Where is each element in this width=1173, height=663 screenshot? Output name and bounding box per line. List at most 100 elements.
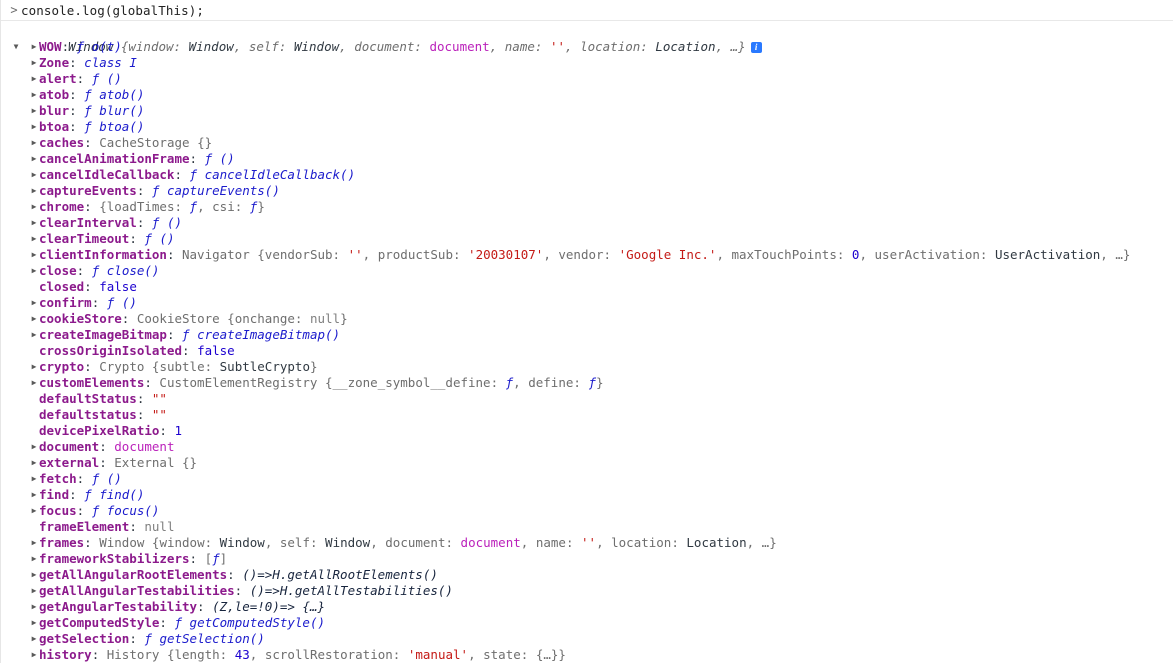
chevron-right-icon[interactable] bbox=[29, 263, 39, 279]
object-property-row[interactable]: getAngularTestability: (Z,le=!0)=> {…} bbox=[1, 599, 1173, 615]
code-token: } bbox=[340, 311, 348, 326]
chevron-right-icon[interactable] bbox=[29, 311, 39, 327]
chevron-right-icon[interactable] bbox=[29, 55, 39, 71]
property-value: ƒ atob() bbox=[84, 87, 144, 102]
object-property-row[interactable]: cancelIdleCallback: ƒ cancelIdleCallback… bbox=[1, 167, 1173, 183]
chevron-right-icon[interactable] bbox=[29, 359, 39, 375]
code-token: csi bbox=[212, 199, 235, 214]
object-property-row[interactable]: alert: ƒ () bbox=[1, 71, 1173, 87]
object-property-row[interactable]: chrome: {loadTimes: ƒ, csi: ƒ} bbox=[1, 199, 1173, 215]
chevron-right-icon[interactable] bbox=[29, 135, 39, 151]
property-value: false bbox=[197, 343, 235, 358]
object-property-row[interactable]: blur: ƒ blur() bbox=[1, 103, 1173, 119]
chevron-right-icon[interactable] bbox=[29, 103, 39, 119]
object-property-row[interactable]: getSelection: ƒ getSelection() bbox=[1, 631, 1173, 647]
chevron-right-icon[interactable] bbox=[29, 119, 39, 135]
chevron-right-icon[interactable] bbox=[29, 503, 39, 519]
chevron-right-icon[interactable] bbox=[29, 199, 39, 215]
code-token: ƒ bbox=[189, 167, 205, 182]
chevron-right-icon[interactable] bbox=[29, 487, 39, 503]
code-token: , bbox=[197, 199, 213, 214]
code-token: : bbox=[565, 535, 581, 550]
chevron-right-icon[interactable] bbox=[29, 439, 39, 455]
object-property-row[interactable]: caches: CacheStorage {} bbox=[1, 135, 1173, 151]
chevron-right-icon[interactable] bbox=[29, 231, 39, 247]
devtools-console-panel[interactable]: > console.log(globalThis); Window {windo… bbox=[0, 0, 1173, 663]
object-property-row[interactable]: createImageBitmap: ƒ createImageBitmap() bbox=[1, 327, 1173, 343]
chevron-right-icon[interactable] bbox=[29, 167, 39, 183]
chevron-right-icon[interactable] bbox=[29, 599, 39, 615]
code-token: null bbox=[144, 519, 175, 534]
chevron-right-icon[interactable] bbox=[29, 327, 39, 343]
code-token: ƒ bbox=[189, 199, 198, 214]
object-property-row[interactable]: find: ƒ find() bbox=[1, 487, 1173, 503]
object-property-row[interactable]: Zone: class I bbox=[1, 55, 1173, 71]
chevron-right-icon[interactable] bbox=[29, 551, 39, 567]
object-property-row[interactable]: document: document bbox=[1, 439, 1173, 455]
object-property-row[interactable]: frames: Window {window: Window, self: Wi… bbox=[1, 535, 1173, 551]
chevron-right-icon[interactable] bbox=[29, 455, 39, 471]
result-object-header[interactable]: Window {window: Window, self: Window, do… bbox=[1, 23, 1173, 54]
object-property-row[interactable]: captureEvents: ƒ captureEvents() bbox=[1, 183, 1173, 199]
chevron-right-icon[interactable] bbox=[29, 87, 39, 103]
object-property-row[interactable]: clientInformation: Navigator {vendorSub:… bbox=[1, 247, 1173, 263]
object-property-row[interactable]: crossOriginIsolated: false bbox=[1, 343, 1173, 359]
chevron-right-icon[interactable] bbox=[29, 647, 39, 663]
object-property-row[interactable]: devicePixelRatio: 1 bbox=[1, 423, 1173, 439]
chevron-right-icon[interactable] bbox=[29, 151, 39, 167]
code-token: : bbox=[204, 359, 220, 374]
object-property-row[interactable]: confirm: ƒ () bbox=[1, 295, 1173, 311]
object-property-row[interactable]: cancelAnimationFrame: ƒ () bbox=[1, 151, 1173, 167]
object-property-row[interactable]: fetch: ƒ () bbox=[1, 471, 1173, 487]
code-token: : bbox=[219, 647, 235, 662]
object-property-row[interactable]: WOW: ƒ o(t) bbox=[1, 39, 1173, 55]
object-property-row[interactable]: clearInterval: ƒ () bbox=[1, 215, 1173, 231]
property-value: ƒ btoa() bbox=[84, 119, 144, 134]
object-property-row[interactable]: atob: ƒ atob() bbox=[1, 87, 1173, 103]
chevron-right-icon[interactable] bbox=[29, 615, 39, 631]
property-name: alert bbox=[39, 71, 77, 86]
chevron-right-icon[interactable] bbox=[29, 567, 39, 583]
property-value: ƒ () bbox=[144, 231, 174, 246]
chevron-right-icon[interactable] bbox=[29, 583, 39, 599]
code-token: subtle bbox=[159, 359, 205, 374]
property-value: ƒ close() bbox=[92, 263, 160, 278]
code-token: self bbox=[279, 535, 310, 550]
object-property-row[interactable]: frameworkStabilizers: [ƒ] bbox=[1, 551, 1173, 567]
object-property-row[interactable]: getAllAngularTestabilities: ()=>H.getAll… bbox=[1, 583, 1173, 599]
object-property-row[interactable]: external: External {} bbox=[1, 455, 1173, 471]
chevron-right-icon[interactable] bbox=[29, 71, 39, 87]
property-name: defaultstatus bbox=[39, 407, 137, 422]
code-token: { bbox=[227, 311, 235, 326]
chevron-right-icon[interactable] bbox=[29, 183, 39, 199]
object-property-row[interactable]: getAllAngularRootElements: ()=>H.getAllR… bbox=[1, 567, 1173, 583]
chevron-right-icon[interactable] bbox=[29, 295, 39, 311]
object-property-row[interactable]: defaultStatus: "" bbox=[1, 391, 1173, 407]
code-token: define bbox=[528, 375, 574, 390]
object-property-row[interactable]: defaultstatus: "" bbox=[1, 407, 1173, 423]
object-property-row[interactable]: closed: false bbox=[1, 279, 1173, 295]
object-property-row[interactable]: close: ƒ close() bbox=[1, 263, 1173, 279]
object-property-row[interactable]: customElements: CustomElementRegistry {_… bbox=[1, 375, 1173, 391]
console-input[interactable]: console.log(globalThis); bbox=[21, 3, 204, 18]
chevron-right-icon[interactable] bbox=[29, 375, 39, 391]
object-property-row[interactable]: history: History {length: 43, scrollRest… bbox=[1, 647, 1173, 663]
object-property-row[interactable]: clearTimeout: ƒ () bbox=[1, 231, 1173, 247]
chevron-right-icon[interactable] bbox=[29, 535, 39, 551]
object-property-row[interactable]: btoa: ƒ btoa() bbox=[1, 119, 1173, 135]
code-token: {} bbox=[182, 455, 198, 470]
object-property-row[interactable]: getComputedStyle: ƒ getComputedStyle() bbox=[1, 615, 1173, 631]
object-property-row[interactable]: cookieStore: CookieStore {onchange: null… bbox=[1, 311, 1173, 327]
chevron-right-icon[interactable] bbox=[29, 471, 39, 487]
object-property-row[interactable]: frameElement: null bbox=[1, 519, 1173, 535]
object-property-row[interactable]: focus: ƒ focus() bbox=[1, 503, 1173, 519]
chevron-right-icon[interactable] bbox=[29, 247, 39, 263]
chevron-right-icon[interactable] bbox=[29, 39, 39, 55]
property-value: (Z,le=!0)=> {…} bbox=[212, 599, 325, 614]
console-prompt-row[interactable]: > console.log(globalThis); bbox=[1, 0, 1173, 21]
object-property-row[interactable]: crypto: Crypto {subtle: SubtleCrypto} bbox=[1, 359, 1173, 375]
code-token: state bbox=[483, 647, 521, 662]
chevron-right-icon[interactable] bbox=[29, 631, 39, 647]
code-token: , bbox=[468, 647, 484, 662]
chevron-right-icon[interactable] bbox=[29, 215, 39, 231]
